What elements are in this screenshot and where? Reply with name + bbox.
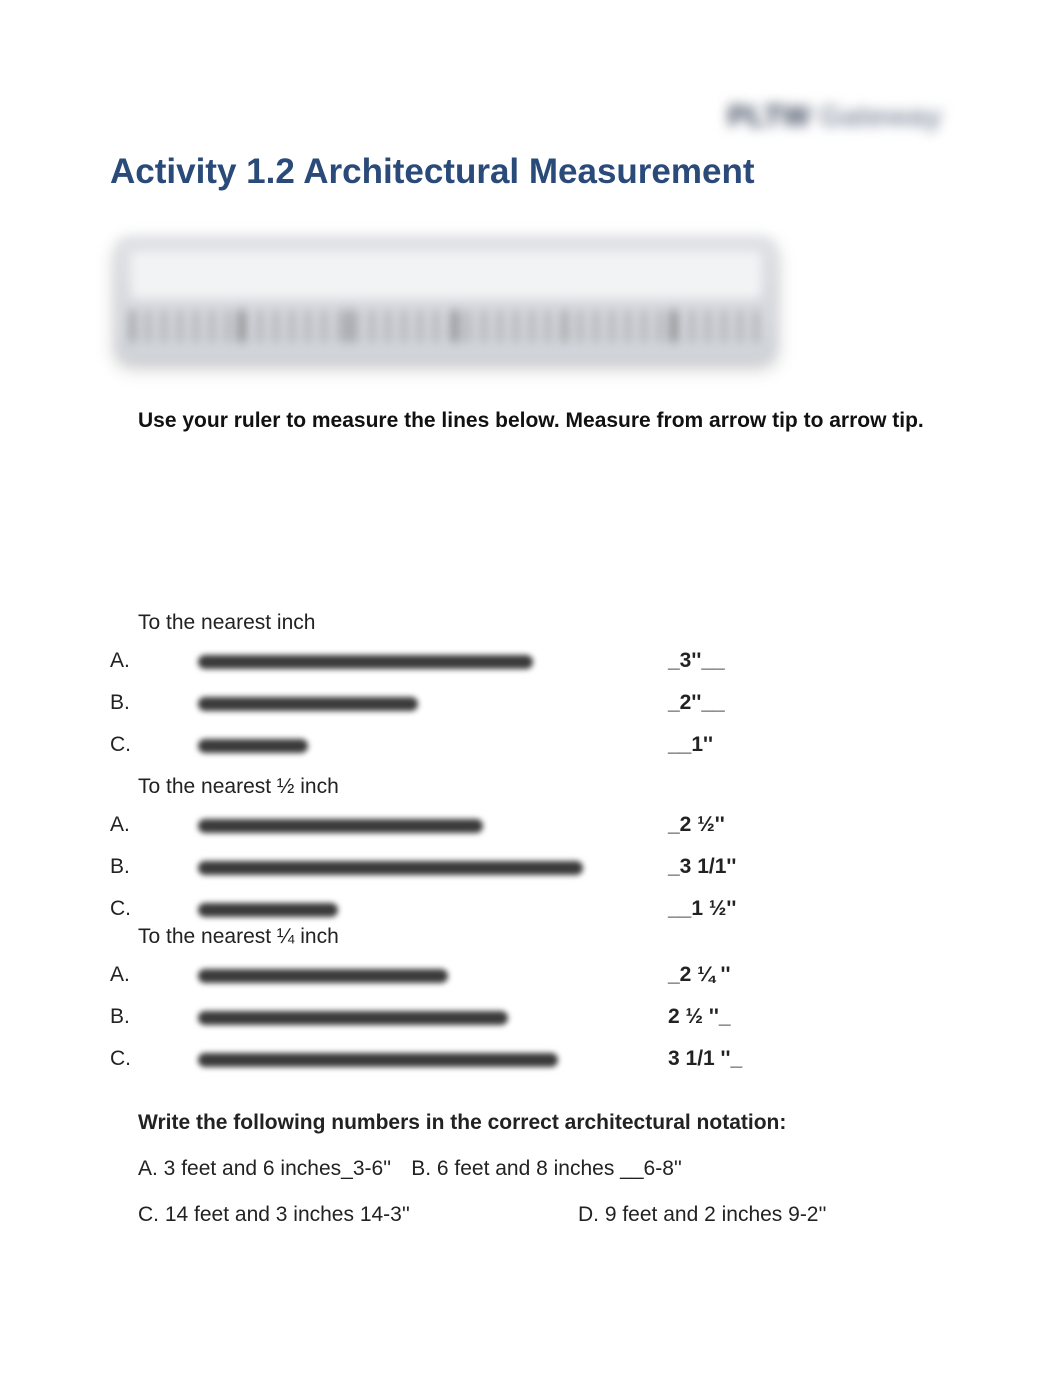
measure-row: C. __1'' [110, 733, 952, 757]
brand-logo: PLTW Gateway [110, 100, 952, 134]
notation-b: B. 6 feet and 8 inches __6-8'' [411, 1157, 682, 1181]
row-answer: 2 ½ ''_ [668, 1005, 731, 1029]
section-label-quarter: To the nearest ¼ inch [138, 925, 952, 949]
row-letter: B. [110, 855, 138, 879]
notation-d: D. 9 feet and 2 inches 9-2'' [578, 1203, 827, 1227]
row-answer: _3''__ [668, 649, 725, 673]
measure-line [198, 655, 533, 669]
measure-row: C. 3 1/1 ''_ [110, 1047, 952, 1071]
row-letter: B. [110, 691, 138, 715]
page-title: Activity 1.2 Architectural Measurement [110, 152, 952, 192]
row-answer: __1'' [668, 733, 713, 757]
measure-row: B. 2 ½ ''_ [110, 1005, 952, 1029]
measure-row: B. _2''__ [110, 691, 952, 715]
measure-line [198, 861, 583, 875]
page-fade [0, 1329, 1062, 1377]
section-label-half: To the nearest ½ inch [138, 775, 952, 799]
row-letter: B. [110, 1005, 138, 1029]
measure-line [198, 1011, 508, 1025]
measure-row: A. _3''__ [110, 649, 952, 673]
row-answer: _2 ¼ '' [668, 963, 731, 987]
row-letter: A. [110, 649, 138, 673]
ruler-graphic [116, 237, 776, 361]
measure-row: A. _2 ¼ '' [110, 963, 952, 987]
row-letter: A. [110, 963, 138, 987]
row-letter: C. [110, 897, 138, 921]
measure-row: C. __1 ½'' [110, 897, 952, 921]
row-letter: A. [110, 813, 138, 837]
instruction-text: Use your ruler to measure the lines belo… [138, 409, 952, 433]
section-label-inch: To the nearest inch [138, 611, 952, 635]
notation-row: A. 3 feet and 6 inches_3-6'' B. 6 feet a… [138, 1157, 952, 1181]
notation-row: C. 14 feet and 3 inches 14-3'' D. 9 feet… [138, 1203, 952, 1227]
measure-line [198, 739, 308, 753]
row-answer: 3 1/1 ''_ [668, 1047, 742, 1071]
brand-sub: Gateway [819, 100, 942, 133]
measure-line [198, 819, 483, 833]
row-answer: _3 1/1'' [668, 855, 736, 879]
ruler-image [116, 237, 952, 361]
row-answer: __1 ½'' [668, 897, 736, 921]
notation-c: C. 14 feet and 3 inches 14-3'' [138, 1203, 558, 1227]
row-letter: C. [110, 1047, 138, 1071]
measure-line [198, 903, 338, 917]
measure-line [198, 1053, 558, 1067]
row-answer: _2 ½'' [668, 813, 725, 837]
measure-row: B. _3 1/1'' [110, 855, 952, 879]
measure-line [198, 969, 448, 983]
notation-a: A. 3 feet and 6 inches_3-6'' [138, 1157, 391, 1181]
row-answer: _2''__ [668, 691, 725, 715]
measure-line [198, 697, 418, 711]
measure-row: A. _2 ½'' [110, 813, 952, 837]
brand-name: PLTW [728, 100, 811, 133]
row-letter: C. [110, 733, 138, 757]
section2-title: Write the following numbers in the corre… [138, 1111, 952, 1135]
